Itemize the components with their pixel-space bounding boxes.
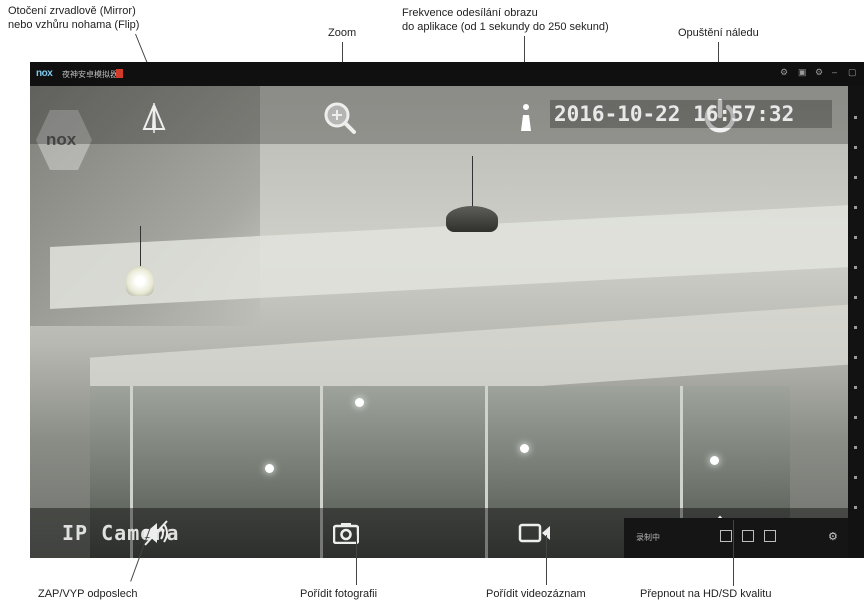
gear-icon[interactable]: ⚙ [815,67,823,78]
leader-line [733,520,734,586]
annotation-photo: Pořídit fotografii [300,588,378,600]
annotation-exit: Opuštění náledu [678,27,759,39]
annotation-video-record: Pořídit videozáznam [486,588,586,600]
gear-icon[interactable]: ⚙ [828,530,838,543]
recording-label: 录制中 [636,533,660,542]
sidebar-tool[interactable] [854,296,857,299]
sidebar-tool[interactable] [854,116,857,119]
sidebar-tool[interactable] [854,446,857,449]
sidebar-tool[interactable] [854,146,857,149]
annotation-mirror-flip-line2: nebo vzhůru nohama (Flip) [8,19,140,31]
emulator-window: nox 夜神安卓模拟器 ⚙ ▣ ⚙ – ▢ nox 2016-10-22 16:… [30,62,864,558]
timestamp-overlay: 2016-10-22 16:57:32 [550,100,832,128]
sidebar-tool[interactable] [854,266,857,269]
sidebar-tool[interactable] [854,506,857,509]
top-control-bar: 2016-10-22 16:57:32 [30,86,848,144]
frequency-icon[interactable] [506,98,546,138]
leader-line [546,535,547,585]
sidebar-tool[interactable] [854,236,857,239]
zoom-icon[interactable] [320,98,360,138]
camera-icon[interactable] [326,513,366,553]
maximize-button[interactable]: ▢ [848,67,857,78]
ceiling-light [265,464,274,473]
settings-icon[interactable]: ⚙ [780,67,788,78]
annotation-frequency-line2: do aplikace (od 1 sekundy do 250 sekund) [402,21,609,33]
recording-panel: 录制中 ⚙ [624,518,848,558]
title-bar: nox 夜神安卓模拟器 ⚙ ▣ ⚙ – ▢ [30,62,864,86]
annotation-quality: Přepnout na HD/SD kvalitu [640,588,772,600]
pendant-lamp [442,156,502,246]
sidebar-tool[interactable] [854,326,857,329]
emulator-sidebar [848,86,864,558]
nox-logo: nox [36,68,53,79]
sidebar-tool[interactable] [854,176,857,179]
annotation-frequency-line1: Frekvence odesílání obrazu [402,7,538,19]
ceiling-light [710,456,719,465]
ceiling-light [355,398,364,407]
sidebar-tool[interactable] [854,386,857,389]
notification-badge [116,69,123,78]
leader-line [356,535,357,585]
sidebar-tool[interactable] [854,206,857,209]
mirror-flip-icon[interactable] [134,98,174,138]
annotation-mirror-flip: Otočení zrvadlově (Mirror) nebo vzhůru n… [8,4,139,32]
minimize-button[interactable]: – [832,67,837,77]
sidebar-tool[interactable] [854,416,857,419]
video-camera-icon[interactable] [515,513,555,553]
sidebar-tool[interactable] [854,356,857,359]
ceiling-light [520,444,529,453]
screen-icon[interactable]: ▣ [798,67,807,78]
record-stop-button[interactable] [764,530,776,542]
camera-video-feed: nox 2016-10-22 16:57:32 IP Camera 录制中 ⚙ [30,86,848,558]
annotation-listen: ZAP/VYP odposlech [38,588,138,600]
annotation-frequency: Frekvence odesílání obrazu do aplikace (… [402,6,609,34]
record-pause-button[interactable] [720,530,732,542]
sidebar-tool[interactable] [854,476,857,479]
annotation-zoom: Zoom [328,27,357,39]
pendant-lamp [120,226,160,306]
window-title: 夜神安卓模拟器 [62,70,118,79]
record-play-button[interactable] [742,530,754,542]
annotation-mirror-flip-line1: Otočení zrvadlově (Mirror) [8,5,136,17]
